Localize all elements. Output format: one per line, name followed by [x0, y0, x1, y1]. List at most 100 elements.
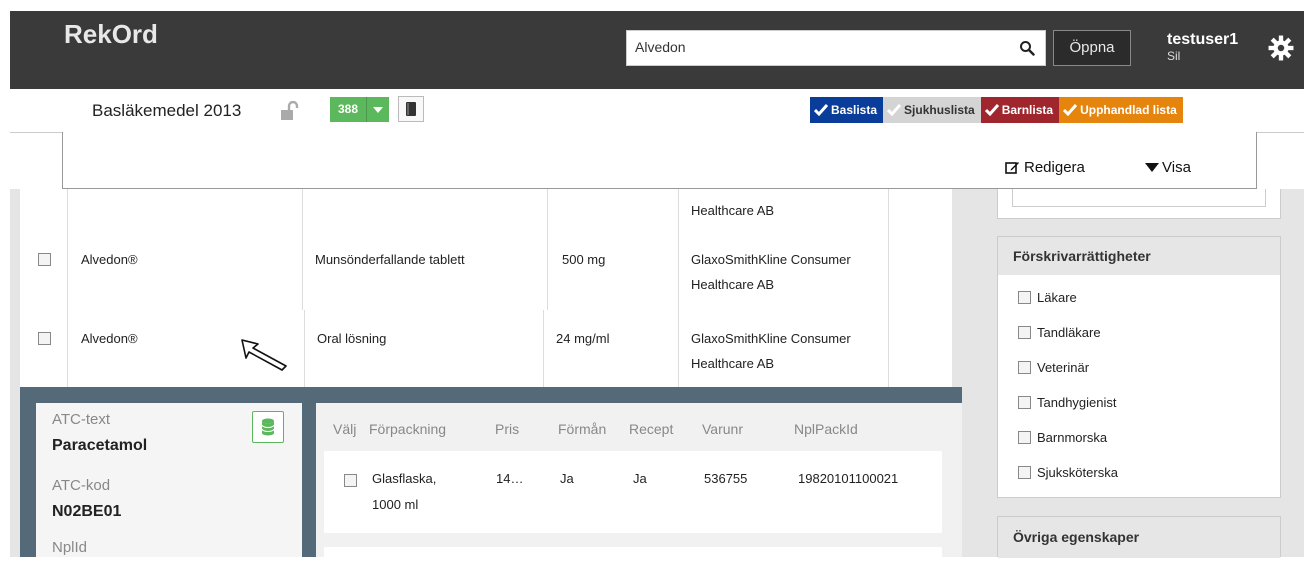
gear-icon[interactable]	[1268, 35, 1294, 61]
edit-label: Redigera	[1024, 159, 1085, 176]
row-checkbox[interactable]	[38, 332, 51, 345]
option-label: Veterinär	[1037, 360, 1090, 375]
search-input[interactable]	[635, 39, 995, 55]
user-menu[interactable]: testuser1 Sil	[1167, 31, 1238, 63]
atc-code-value: N02BE01	[52, 503, 122, 520]
check-icon	[1063, 104, 1078, 116]
col-header-package: Förpackning	[369, 421, 447, 437]
col-header-item-no: Varunr	[702, 421, 743, 437]
option-label: Barnmorska	[1037, 430, 1108, 445]
action-toolbar: Redigera Visa	[62, 132, 1257, 189]
company-cell: Healthcare AB	[678, 189, 888, 231]
tag-label: Sjukhuslista	[904, 103, 975, 117]
database-button[interactable]	[252, 411, 284, 443]
tag-baslista[interactable]: Baslista	[810, 97, 884, 123]
atc-text-value: Paracetamol	[52, 437, 148, 454]
strength-cell: 500 mg	[547, 231, 678, 310]
empty-cell	[888, 189, 952, 231]
package-item-no: 536755	[704, 471, 748, 486]
option-label: Läkare	[1037, 290, 1077, 305]
count-value: 388	[338, 102, 359, 116]
user-name: testuser1	[1167, 31, 1239, 48]
cursor-arrow-icon	[241, 339, 287, 371]
option-lakare[interactable]: Läkare	[1018, 290, 1077, 305]
checkbox[interactable]	[1018, 291, 1031, 304]
package-row[interactable]	[324, 547, 942, 567]
package-name-line-2: 1000 ml	[372, 497, 419, 512]
tag-barnlista[interactable]: Barnlista	[980, 97, 1060, 123]
option-tandhygienist[interactable]: Tandhygienist	[1018, 395, 1117, 410]
other-properties-title: Övriga egenskaper	[998, 517, 1280, 558]
count-dropdown[interactable]: 388	[330, 97, 390, 122]
checkbox[interactable]	[1018, 326, 1031, 339]
open-button[interactable]: Öppna	[1053, 30, 1131, 66]
checkbox[interactable]	[1018, 396, 1031, 409]
search-icon[interactable]	[1019, 40, 1035, 56]
table-row[interactable]: Alvedon® Munsönderfallande tablett 500 m…	[20, 231, 952, 311]
name-cell	[67, 189, 302, 231]
drug-form: Oral lösning	[317, 331, 387, 346]
drug-form: Munsönderfallande tablett	[315, 252, 465, 267]
other-properties-panel: Övriga egenskaper	[997, 516, 1281, 558]
package-row[interactable]: Glasflaska, 1000 ml 14… Ja Ja 536755 198…	[324, 451, 942, 533]
app-logo[interactable]: RekOrd	[64, 19, 158, 50]
col-header-price: Pris	[495, 421, 520, 437]
atc-text-label: ATC-text	[52, 411, 111, 428]
tag-label: Barnlista	[1001, 103, 1054, 117]
package-checkbox[interactable]	[344, 474, 357, 487]
caret-down-icon	[1145, 163, 1159, 172]
option-tandlakare[interactable]: Tandläkare	[1018, 325, 1101, 340]
checkbox[interactable]	[1018, 431, 1031, 444]
option-label: Tandläkare	[1037, 325, 1101, 340]
option-barnmorska[interactable]: Barnmorska	[1018, 430, 1107, 445]
row-checkbox[interactable]	[38, 253, 51, 266]
name-cell: Alvedon®	[67, 231, 302, 310]
package-panel: Välj Förpackning Pris Förmån Recept Varu…	[316, 403, 962, 567]
prescriber-title: Förskrivarrättigheter	[998, 237, 1280, 275]
package-prescription: Ja	[633, 471, 647, 486]
edit-button[interactable]: Redigera	[1005, 159, 1085, 176]
drug-name[interactable]: Alvedon®	[81, 252, 138, 267]
table-row[interactable]: Alvedon® Oral lösning 24 mg/ml GlaxoSmit…	[20, 310, 952, 388]
show-dropdown[interactable]: Visa	[1145, 159, 1191, 176]
col-header-npl-pack-id: NplPackId	[794, 421, 858, 437]
company-line-2: Healthcare AB	[691, 203, 775, 218]
form-cell	[302, 189, 547, 231]
option-veterinar[interactable]: Veterinär	[1018, 360, 1089, 375]
table-row[interactable]: Healthcare AB	[20, 189, 952, 232]
list-title: Basläkemedel 2013	[92, 101, 242, 120]
tag-upphandlad-lista[interactable]: Upphandlad lista	[1059, 97, 1183, 123]
checkbox[interactable]	[1018, 466, 1031, 479]
tag-sjukhuslista[interactable]: Sjukhuslista	[883, 97, 981, 123]
check-icon	[984, 104, 999, 116]
search-box[interactable]	[626, 30, 1046, 66]
check-icon	[814, 104, 828, 116]
atc-code-label: ATC-kod	[52, 477, 111, 494]
nplid-label: NplId	[52, 539, 88, 556]
unlock-icon[interactable]	[280, 101, 300, 121]
book-button[interactable]	[398, 96, 424, 122]
company-cell: GlaxoSmithKline Consumer Healthcare AB	[678, 231, 888, 310]
check-icon	[887, 104, 902, 116]
list-tags: Baslista Sjukhuslista Barnlista Upphandl…	[810, 97, 1183, 123]
list-bar: Basläkemedel 2013 388 Baslista Sjukhusli…	[10, 89, 1304, 133]
package-name-line-1: Glasflaska,	[372, 471, 437, 486]
filter-input[interactable]	[1012, 189, 1266, 207]
chevron-down-icon[interactable]	[366, 97, 389, 122]
option-sjukskoterska[interactable]: Sjuksköterska	[1018, 465, 1118, 480]
col-header-benefit: Förmån	[558, 421, 607, 437]
tag-label: Upphandlad lista	[1080, 103, 1177, 117]
detail-panel: ATC-text Paracetamol ATC-kod N02BE01 Npl…	[20, 387, 962, 567]
form-cell: Oral lösning	[304, 310, 543, 387]
package-price: 14…	[496, 471, 524, 486]
company-line-1: GlaxoSmithKline Consumer	[691, 331, 851, 346]
col-header-prescription: Recept	[629, 421, 674, 437]
drug-name[interactable]: Alvedon®	[81, 331, 138, 346]
checkbox[interactable]	[1018, 361, 1031, 374]
strength-cell	[547, 189, 678, 231]
tag-label: Baslista	[831, 103, 878, 117]
edit-icon	[1005, 162, 1019, 174]
package-benefit: Ja	[560, 471, 574, 486]
company-line-2: Healthcare AB	[691, 356, 775, 371]
company-line-2: Healthcare AB	[691, 277, 775, 292]
